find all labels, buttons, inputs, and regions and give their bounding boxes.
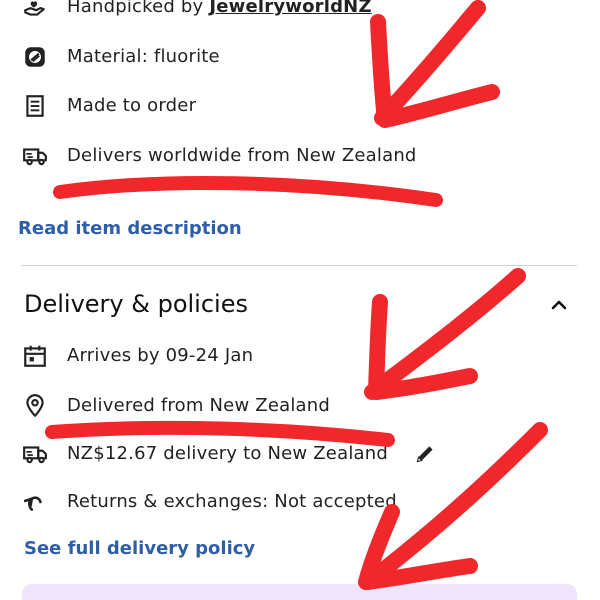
ships-from-row: Delivers worldwide from New Zealand: [0, 139, 600, 173]
collapse-section-button[interactable]: [544, 290, 574, 320]
handpicked-label: Handpicked by JewelryworldNZ: [67, 0, 372, 18]
return-arrow-icon: [22, 489, 48, 515]
location-pin-icon: [22, 393, 48, 419]
annotation-arrow-2: [364, 268, 526, 400]
ships-from-label: Delivers worldwide from New Zealand: [67, 145, 417, 166]
calendar-icon: [22, 343, 48, 369]
returns-row: Returns & exchanges: Not accepted: [0, 485, 600, 519]
delivery-policies-title: Delivery & policies: [24, 290, 248, 318]
made-to-order-label: Made to order: [67, 95, 197, 116]
chevron-up-icon: [544, 300, 574, 324]
delivery-cost-row: NZ$12.67 delivery to New Zealand: [0, 437, 600, 471]
see-full-delivery-policy-link[interactable]: See full delivery policy: [24, 538, 255, 559]
arrives-label: Arrives by 09-24 Jan: [67, 345, 254, 366]
section-divider: [22, 265, 577, 266]
material-label: Material: fluorite: [67, 46, 220, 67]
made-to-order-row: Made to order: [0, 89, 600, 123]
handpicked-prefix: Handpicked by: [67, 0, 210, 17]
delivery-truck-icon: [22, 143, 48, 169]
delivered-from-label: Delivered from New Zealand: [67, 395, 330, 416]
delivery-cost-label: NZ$12.67 delivery to New Zealand: [67, 443, 388, 464]
hand-heart-icon: [22, 0, 48, 20]
promo-banner: [22, 584, 577, 600]
delivery-truck-icon: [22, 441, 48, 467]
delivered-from-row: Delivered from New Zealand: [0, 389, 600, 423]
material-icon: [22, 44, 48, 70]
shop-name-link[interactable]: JewelryworldNZ: [209, 0, 371, 17]
arrives-row: Arrives by 09-24 Jan: [0, 339, 600, 373]
read-item-description-link[interactable]: Read item description: [18, 218, 242, 239]
handpicked-row: Handpicked by JewelryworldNZ: [0, 0, 600, 24]
material-row: Material: fluorite: [0, 40, 600, 74]
document-icon: [22, 93, 48, 119]
returns-label: Returns & exchanges: Not accepted: [67, 491, 397, 512]
pencil-icon: [412, 446, 438, 471]
edit-delivery-location-button[interactable]: [412, 441, 438, 467]
annotation-underline-1: [53, 176, 443, 207]
